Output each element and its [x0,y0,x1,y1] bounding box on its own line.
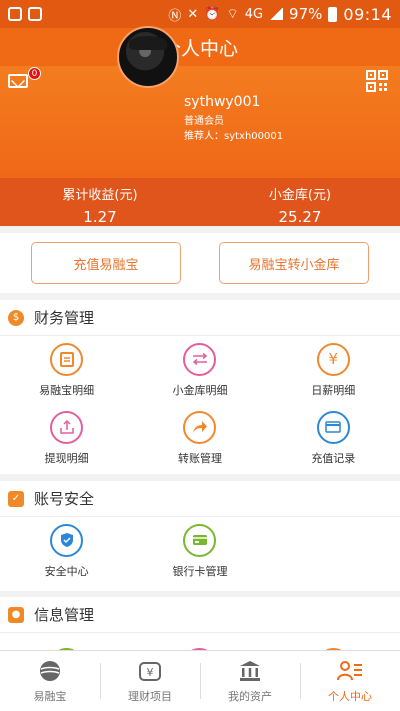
cloud-icon [8,7,22,21]
recharge-button[interactable]: 充值易融宝 [31,242,181,284]
section-header: ✓ 账号安全 [0,481,400,517]
grid-item-partial[interactable] [267,633,400,650]
page-title: 个人中心 [0,28,400,66]
grid-item-label: 易融宝明细 [39,383,95,397]
exchange-icon [183,342,217,376]
stat-vault[interactable]: 小金库(元) 25.27 [200,178,400,226]
alarm-icon: ⏰ [204,6,221,22]
globe-icon [37,658,63,684]
section-title: 信息管理 [34,606,95,624]
forward-arrow-icon [183,410,217,444]
grid-item-label: 日薪明细 [311,383,356,397]
grid-item-partial[interactable] [0,633,133,650]
yuan-box-icon: ¥ [137,658,163,684]
finance-section: $ 财务管理 易融宝明细 小金库明细 ¥ 日薪明细 提现明细 转账管理 充值记录 [0,300,400,474]
avatar[interactable] [117,26,179,88]
shield-icon: ✓ [8,490,24,507]
grid-item-recharge-record[interactable]: 充值记录 [267,404,400,472]
grid-item-bank-card[interactable]: 银行卡管理 [133,517,266,585]
message-badge: 0 [28,67,41,80]
stat-total-earnings[interactable]: 累计收益(元) 1.27 [0,178,200,226]
security-grid: 安全中心 银行卡管理 [0,517,400,585]
grid-item-partial[interactable] [133,633,266,650]
money-bag-icon: $ [8,309,24,326]
referrer: 推荐人：sytxh00001 [184,131,284,142]
stat-value: 25.27 [278,208,322,226]
section-title: 账号安全 [34,490,95,508]
tab-my-assets[interactable]: 我的资产 [200,651,300,711]
person-list-icon [337,658,363,684]
grid-item-label: 转账管理 [177,451,222,465]
tab-financial-products[interactable]: ¥ 理财项目 [100,651,200,711]
svg-text:¥: ¥ [147,666,154,679]
section-title: 财务管理 [34,309,95,327]
username: sythwy001 [184,94,261,110]
grid-item-transfer-manage[interactable]: 转账管理 [133,404,266,472]
stat-label: 累计收益(元) [62,188,138,203]
tab-personal-center[interactable]: 个人中心 [300,651,400,711]
finance-grid: 易融宝明细 小金库明细 ¥ 日薪明细 提现明细 转账管理 充值记录 [0,336,400,472]
security-section: ✓ 账号安全 安全中心 银行卡管理 [0,481,400,591]
section-header: ● 信息管理 [0,597,400,633]
nfc-icon: Ⓝ [168,8,182,24]
person-icon: ● [8,606,24,623]
clipboard-icon [50,342,84,376]
bottom-tab-bar: 易融宝 ¥ 理财项目 我的资产 个人中心 [0,650,400,711]
tab-label: 理财项目 [128,690,172,703]
tab-yirongbao[interactable]: 易融宝 [0,651,100,711]
transfer-button[interactable]: 易融宝转小金库 [219,242,369,284]
section-header: $ 财务管理 [0,300,400,336]
wifi-icon: ⌔ [226,7,239,22]
bank-building-icon [237,658,263,684]
grid-item-vault-detail[interactable]: 小金库明细 [133,336,266,404]
message-icon[interactable] [8,74,28,88]
grid-item-label: 安全中心 [44,564,89,578]
status-bar: Ⓝ ✕ ⏰ ⌔ 4G 97% 09:14 [0,0,400,28]
mute-icon: ✕ [187,6,199,22]
status-right: Ⓝ ✕ ⏰ ⌔ 4G 97% 09:14 [168,5,392,24]
clock: 09:14 [343,4,392,24]
status-left [8,7,42,21]
grid-item-label: 提现明细 [44,451,89,465]
action-buttons: 充值易融宝 易融宝转小金库 [0,233,400,293]
member-level: 普通会员 [184,116,224,127]
battery-percent: 97% [289,5,323,23]
tab-label: 个人中心 [328,690,372,703]
card-icon [316,410,350,444]
bank-card-icon [183,523,217,557]
grid-item-label: 充值记录 [311,451,356,465]
info-section: ● 信息管理 [0,597,400,650]
grid-item-yirongbao-detail[interactable]: 易融宝明细 [0,336,133,404]
stat-label: 小金库(元) [268,188,332,203]
battery-icon [328,6,338,22]
yuan-refresh-icon: ¥ [316,342,350,376]
grid-item-withdraw-detail[interactable]: 提现明细 [0,404,133,472]
upload-icon [50,410,84,444]
image-icon [28,7,42,21]
stat-value: 1.27 [83,208,117,226]
qr-code-icon[interactable] [366,70,388,92]
shield-check-icon [50,523,84,557]
tab-label: 我的资产 [228,690,272,703]
tab-label: 易融宝 [33,690,67,703]
grid-item-label: 银行卡管理 [172,564,228,578]
network-type: 4G [244,6,264,22]
info-grid [0,633,400,650]
signal-icon [269,8,284,20]
grid-item-label: 小金库明细 [172,383,228,397]
stats-bar: 累计收益(元) 1.27 小金库(元) 25.27 [0,178,400,226]
grid-item-security-center[interactable]: 安全中心 [0,517,133,585]
grid-item-daily-salary[interactable]: ¥ 日薪明细 [267,336,400,404]
